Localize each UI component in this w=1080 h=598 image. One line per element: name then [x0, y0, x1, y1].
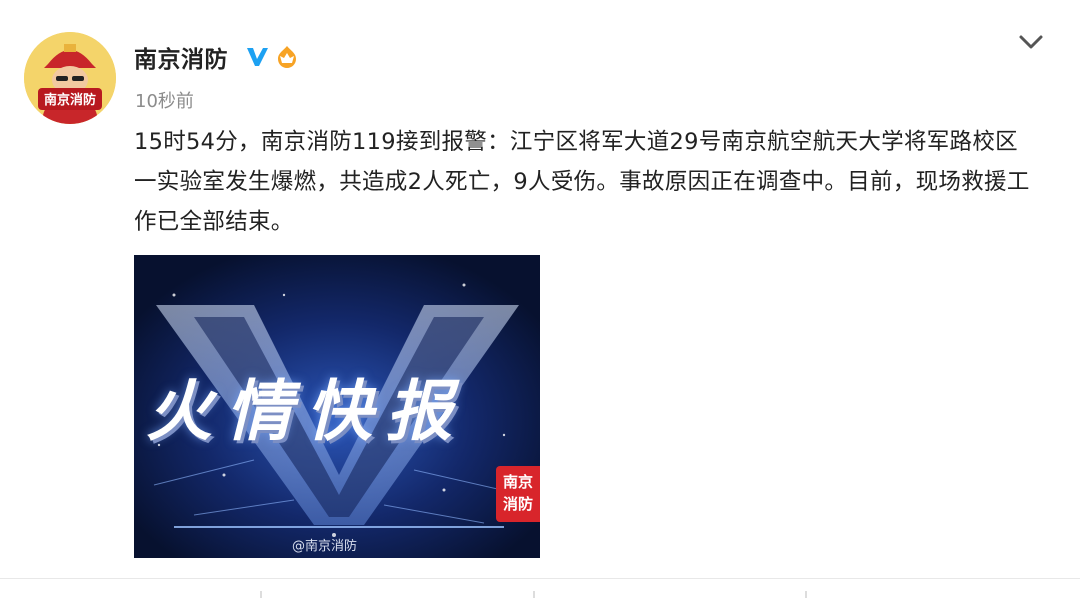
chevron-down-icon[interactable]: [1016, 30, 1046, 54]
image-title: 火情快报: [146, 373, 466, 450]
action-separator: [805, 591, 807, 598]
action-separator: [260, 591, 262, 598]
fire-badge-icon[interactable]: [274, 44, 300, 70]
post-timestamp: 10秒前: [135, 91, 194, 112]
divider: [0, 578, 1080, 579]
username[interactable]: 南京消防: [134, 40, 228, 74]
image-watermark: @南京消防: [292, 539, 358, 554]
verified-v-icon: [247, 48, 268, 66]
post-image[interactable]: 火情快报 南京 消防 @南京消防: [134, 255, 540, 558]
image-stamp: 南京 消防: [496, 466, 540, 522]
weibo-post: 南京消防 南京消防 10秒前 15时54分，南京消防119接到报警：江宁区将军大…: [0, 0, 1080, 598]
stamp-line-1: 南京: [502, 473, 533, 491]
avatar-label: 南京消防: [44, 92, 96, 108]
stamp-line-2: 消防: [502, 495, 533, 513]
post-text: 15时54分，南京消防119接到报警：江宁区将军大道29号南京航空航天大学将军路…: [134, 129, 1030, 235]
action-separator: [533, 591, 535, 598]
firefighter-avatar-icon: 南京消防: [24, 32, 116, 124]
avatar[interactable]: 南京消防: [24, 32, 116, 124]
